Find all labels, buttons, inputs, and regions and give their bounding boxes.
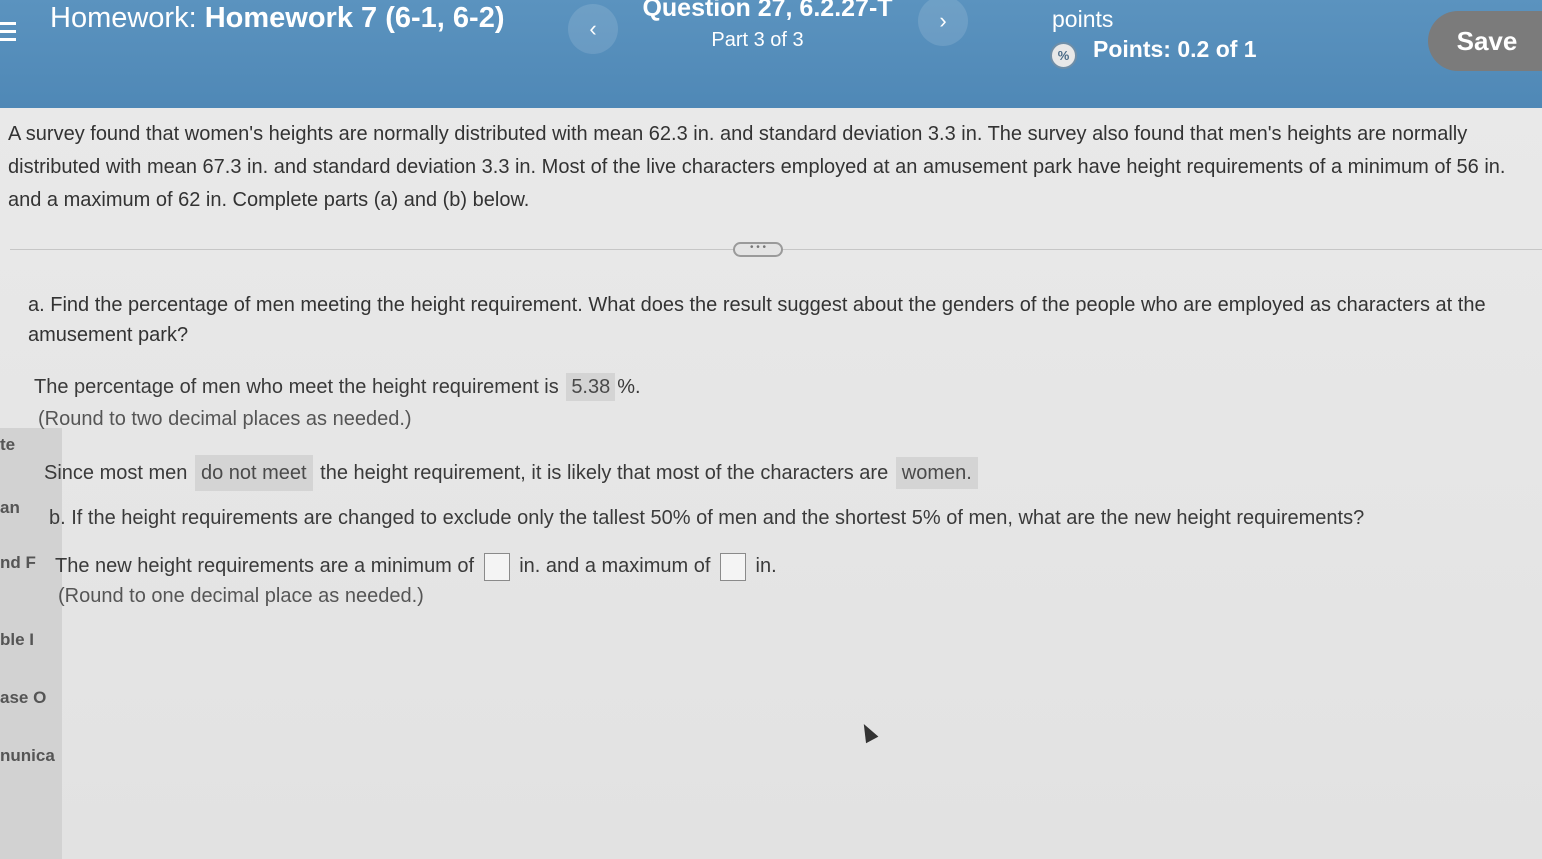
sidebar-cutoff-text: ble I: [0, 630, 35, 649]
sidebar-cutoff-text: nd F: [0, 553, 36, 572]
round-note-b: (Round to one decimal place as needed.): [58, 585, 424, 607]
chevron-left-icon: ‹: [589, 16, 597, 41]
problem-statement: A survey found that women's heights are …: [8, 123, 1506, 211]
menu-icon[interactable]: [0, 22, 16, 44]
part-a-answer-line: The percentage of men who meet the heigh…: [34, 373, 641, 401]
percentage-answer[interactable]: 5.38: [566, 373, 616, 401]
save-button[interactable]: Save: [1428, 11, 1542, 71]
next-question-button[interactable]: ›: [918, 0, 968, 46]
since-middle: the height requirement, it is likely tha…: [320, 462, 889, 484]
chevron-right-icon: ›: [939, 8, 947, 33]
question-content: A survey found that women's heights are …: [0, 108, 1542, 859]
sidebar-cutoff-text: te: [0, 435, 16, 454]
mouse-cursor-icon: [857, 720, 879, 744]
homework-name: Homework 7 (6-1, 6-2): [204, 2, 505, 34]
answer-prefix: The percentage of men who meet the heigh…: [34, 376, 559, 398]
sidebar-cutoff-text: an: [0, 498, 20, 517]
sidebar-cutoff-text: nunica: [0, 746, 55, 765]
part-b-answer-line: The new height requirements are a minimu…: [55, 552, 777, 581]
answer-suffix-b: in.: [755, 555, 777, 577]
part-b-question: b. If the height requirements are change…: [49, 507, 1365, 529]
points-value: Points: 0.2 of 1: [1093, 36, 1257, 62]
homework-label: Homework:: [50, 2, 197, 34]
expand-button[interactable]: • • •: [733, 242, 783, 257]
points-label: points: [1052, 6, 1114, 32]
maximum-height-input[interactable]: [719, 552, 746, 581]
since-prefix: Since most men: [44, 462, 188, 484]
previous-question-button[interactable]: ‹: [568, 4, 618, 54]
round-note-a: (Round to two decimal places as needed.): [38, 408, 412, 430]
meet-choice-dropdown[interactable]: do not meet: [194, 455, 313, 491]
header-bar: Homework: Homework 7 (6-1, 6-2) ‹ Questi…: [0, 0, 1542, 108]
answer-middle-b: in. and a maximum of: [519, 555, 711, 577]
answer-prefix-b: The new height requirements are a minimu…: [55, 555, 475, 577]
answer-suffix: %.: [617, 376, 641, 398]
part-a-conclusion-line: Since most men do not meet the height re…: [44, 455, 980, 491]
gender-choice-dropdown[interactable]: women.: [895, 457, 978, 489]
question-part: Part 3 of 3: [711, 29, 804, 51]
part-a-question: a. Find the percentage of men meeting th…: [28, 294, 1486, 346]
sidebar-cutoff-text: ase O: [0, 688, 47, 707]
question-title: Question 27, 6.2.27-T: [642, 0, 893, 22]
partial-credit-icon: %: [1050, 42, 1077, 69]
homework-title: Homework: Homework 7 (6-1, 6-2): [50, 2, 530, 35]
minimum-height-input[interactable]: [483, 552, 510, 581]
